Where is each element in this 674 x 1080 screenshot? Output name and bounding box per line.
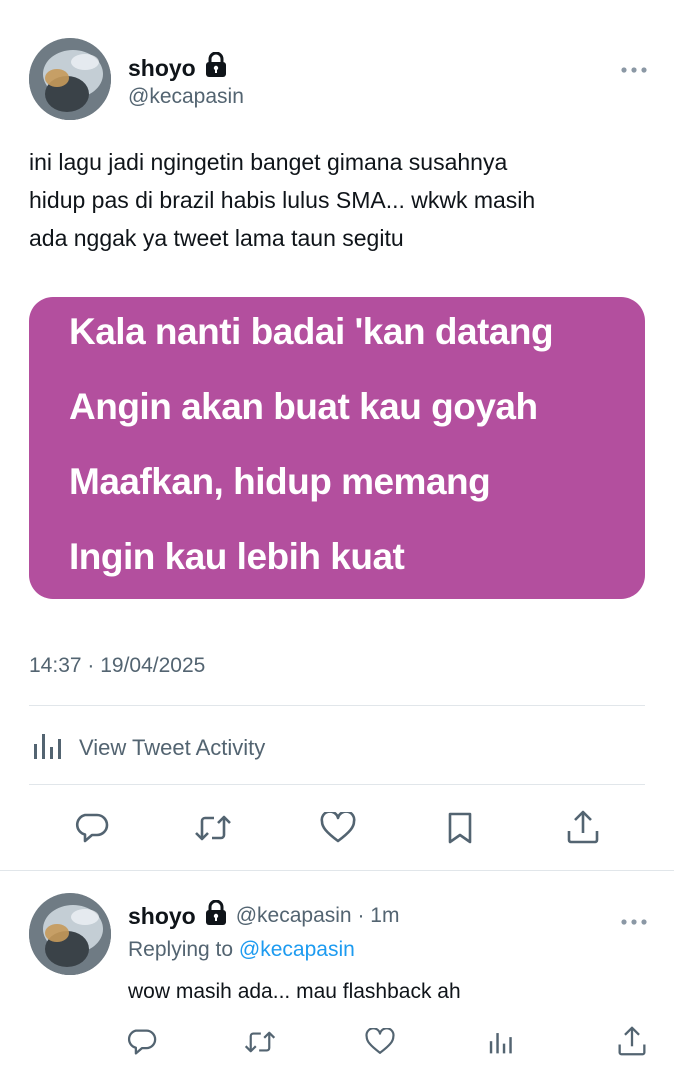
tweet-text-line: ini lagu jadi ngingetin banget gimana su… — [29, 149, 508, 175]
lyrics-card[interactable]: Kala nanti badai 'kan datang Angin akan … — [29, 297, 645, 599]
view-tweet-activity[interactable]: View Tweet Activity — [33, 730, 265, 766]
like-icon[interactable] — [318, 810, 358, 846]
reply-icon[interactable] — [124, 1026, 160, 1058]
lyric-line: Angin akan buat kau goyah — [69, 386, 538, 427]
reply-author-name[interactable]: shoyo — [128, 903, 196, 930]
author-handle[interactable]: @kecapasin — [128, 85, 244, 109]
more-dots-icon[interactable] — [620, 906, 648, 932]
divider — [0, 870, 674, 871]
reply-avatar[interactable] — [29, 893, 111, 975]
bookmark-icon[interactable] — [440, 810, 480, 846]
reply-icon[interactable] — [72, 810, 112, 846]
replying-to-prefix: Replying to — [128, 938, 234, 961]
lyric-line: Kala nanti badai 'kan datang — [69, 311, 554, 352]
replying-to: Replying to @kecapasin — [128, 938, 355, 962]
like-icon[interactable] — [362, 1026, 398, 1058]
lock-icon — [204, 51, 228, 84]
reply-text: wow masih ada... mau flashback ah — [128, 980, 461, 1003]
divider — [29, 784, 645, 785]
views-icon[interactable] — [484, 1026, 520, 1058]
avatar[interactable] — [29, 38, 111, 120]
lyric-line: Ingin kau lebih kuat — [69, 536, 405, 577]
lyric-line: Maafkan, hidup memang — [69, 461, 491, 502]
tweet-text-line: hidup pas di brazil habis lulus SMA... w… — [29, 187, 536, 213]
reply-author-row[interactable]: shoyo @kecapasin · 1m — [128, 899, 400, 932]
author-name-row[interactable]: shoyo — [128, 51, 228, 84]
tweet-timestamp[interactable]: 14:37 · 19/04/2025 — [29, 654, 205, 678]
replying-to-handle-link[interactable]: @kecapasin — [239, 938, 355, 961]
more-dots-icon[interactable] — [620, 54, 648, 80]
retweet-icon[interactable] — [242, 1026, 278, 1058]
retweet-icon[interactable] — [193, 810, 233, 846]
analytics-icon — [33, 730, 65, 766]
divider — [29, 705, 645, 706]
lock-icon — [204, 899, 228, 932]
view-tweet-activity-label: View Tweet Activity — [79, 735, 266, 760]
tweet-text: ini lagu jadi ngingetin banget gimana su… — [29, 143, 659, 257]
tweet-text-line: ada nggak ya tweet lama taun segitu — [29, 225, 404, 251]
share-icon[interactable] — [563, 808, 603, 846]
reply-author-handle-time[interactable]: @kecapasin · 1m — [236, 904, 400, 928]
share-icon[interactable] — [614, 1024, 650, 1058]
author-name[interactable]: shoyo — [128, 55, 196, 82]
